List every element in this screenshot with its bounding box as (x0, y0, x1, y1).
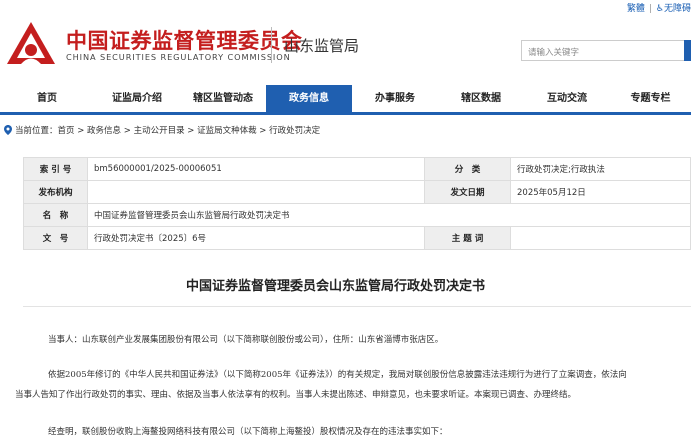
issuer-value (87, 180, 425, 204)
category-value: 行政处罚决定;行政执法 (510, 157, 691, 181)
table-row: 文 号 行政处罚决定书〔2025〕6号 主 题 词 (23, 226, 691, 250)
main-nav: 首页 证监局介绍 辖区监管动态 政务信息 办事服务 辖区数据 互动交流 专题专栏 (0, 85, 691, 115)
header-divider (271, 27, 272, 63)
breadcrumb-prefix: 当前位置： (15, 126, 58, 136)
paragraph-basis-line-1: 依据2005年修订的《中华人民共和国证券法》（以下简称2005年《证券法》）的有… (48, 370, 627, 380)
top-bar: 繁體 | ♿无障碍 (0, 0, 691, 14)
top-links: 繁體 | ♿无障碍 (627, 1, 691, 14)
paragraph-party: 当事人：山东联创产业发展集团股份有限公司（以下简称联创股份或公司），住所：山东省… (48, 335, 444, 345)
org-name-cn: 中国证券监督管理委员会 (66, 29, 303, 53)
date-value: 2025年05月12日 (510, 180, 691, 204)
issuer-label: 发布机构 (23, 180, 88, 204)
nav-item-about[interactable]: 证监局介绍 (94, 85, 180, 112)
location-pin-icon (4, 125, 12, 135)
paragraph-basis-line-2: 当事人告知了作出行政处罚的事实、理由、依据及当事人依法享有的权利。当事人未提出陈… (15, 390, 577, 400)
org-name-en: CHINA SECURITIES REGULATORY COMMISSION (66, 52, 291, 62)
search-button[interactable] (684, 40, 691, 61)
breadcrumb: 当前位置：首页 > 政务信息 > 主动公开目录 > 证监局文种体裁 > 行政处罚… (4, 124, 320, 136)
document-title: 中国证券监督管理委员会山东监管局行政处罚决定书 (185, 279, 485, 294)
name-label: 名 称 (23, 203, 88, 227)
topic-label: 主 题 词 (424, 226, 511, 250)
index-value: bm56000001/2025-00006051 (87, 157, 425, 181)
nav-item-government-info[interactable]: 政务信息 (266, 85, 352, 112)
search-input[interactable]: 请输入关键字 (521, 40, 685, 61)
paragraph-basis: 依据2005年修订的《中华人民共和国证券法》（以下简称2005年《证券法》）的有… (0, 365, 691, 405)
table-row: 发布机构 发文日期 2025年05月12日 (23, 180, 691, 204)
docno-value: 行政处罚决定书〔2025〕6号 (87, 226, 425, 250)
top-link-separator: | (648, 4, 652, 14)
paragraph-findings: 经查明，联创股份收购上海鳌投网络科技有限公司（以下简称上海鳌投）股权情况及存在的… (48, 427, 448, 436)
nav-item-home[interactable]: 首页 (0, 85, 94, 112)
nav-item-regional-data[interactable]: 辖区数据 (438, 85, 524, 112)
topic-value (510, 226, 691, 250)
nav-item-interaction[interactable]: 互动交流 (524, 85, 610, 112)
bureau-name: 山东监管局 (284, 37, 360, 55)
date-label: 发文日期 (424, 180, 511, 204)
accessibility-link[interactable]: 无障碍 (664, 4, 691, 14)
title-divider (23, 306, 691, 307)
category-label: 分 类 (424, 157, 511, 181)
accessibility-icon[interactable]: ♿ (656, 4, 664, 14)
table-row: 名 称 中国证券监督管理委员会山东监管局行政处罚决定书 (23, 203, 691, 227)
index-label: 索 引 号 (23, 157, 88, 181)
table-row: 索 引 号 bm56000001/2025-00006051 分 类 行政处罚决… (23, 157, 691, 181)
name-value: 中国证券监督管理委员会山东监管局行政处罚决定书 (87, 203, 691, 227)
nav-item-services[interactable]: 办事服务 (352, 85, 438, 112)
nav-item-special-topics[interactable]: 专题专栏 (610, 85, 691, 112)
site-header: 中国证券监督管理委员会 CHINA SECURITIES REGULATORY … (0, 14, 691, 84)
breadcrumb-path[interactable]: 首页 > 政务信息 > 主动公开目录 > 证监局文种体裁 > 行政处罚决定 (58, 126, 321, 136)
document-metadata-table: 索 引 号 bm56000001/2025-00006051 分 类 行政处罚决… (23, 157, 691, 250)
csrc-logo-icon[interactable] (4, 19, 58, 69)
docno-label: 文 号 (23, 226, 88, 250)
traditional-chinese-link[interactable]: 繁體 (627, 4, 645, 14)
nav-item-regulatory-news[interactable]: 辖区监管动态 (180, 85, 266, 112)
